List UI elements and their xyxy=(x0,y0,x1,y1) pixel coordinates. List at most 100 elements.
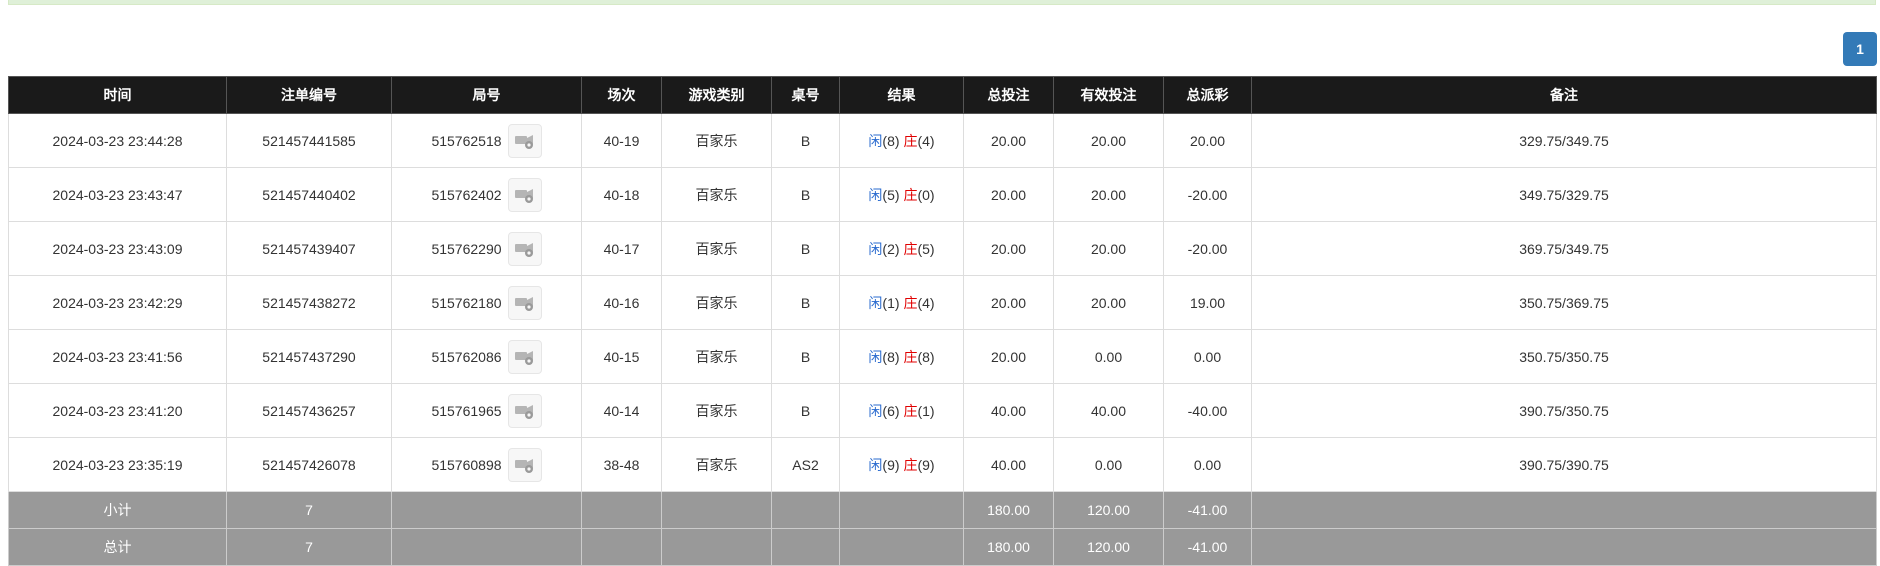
cell-bet-id: 521457436257 xyxy=(226,383,392,438)
cell-note: 350.75/350.75 xyxy=(1251,329,1877,384)
bet-history-table: 时间 注单编号 局号 场次 游戏类别 桌号 结果 总投注 有效投注 总派彩 备注… xyxy=(8,76,1877,566)
cell-payout: -20.00 xyxy=(1163,221,1252,276)
round-number: 515762290 xyxy=(431,240,502,257)
column-header-round: 局号 xyxy=(391,76,582,114)
cell-bet-id: 521457441585 xyxy=(226,113,392,168)
total-payout: -41.00 xyxy=(1163,528,1252,566)
video-camera-gear-icon[interactable] xyxy=(507,231,542,266)
cell-time: 2024-03-23 23:42:29 xyxy=(8,275,227,330)
subtotal-row: 小计 7 180.00 120.00 -41.00 xyxy=(8,491,1877,529)
banker-score: (4) xyxy=(917,294,935,311)
column-header-payout: 总派彩 xyxy=(1163,76,1252,114)
cell-note: 369.75/349.75 xyxy=(1251,221,1877,276)
page-button-current[interactable]: 1 xyxy=(1843,32,1877,66)
cell-result: 闲(5) 庄(0) xyxy=(839,167,964,222)
cell-payout: 0.00 xyxy=(1163,329,1252,384)
table-row: 2024-03-23 23:42:29 521457438272 515762180… xyxy=(8,275,1877,330)
cell-note: 390.75/350.75 xyxy=(1251,383,1877,438)
cell-valid-bet: 20.00 xyxy=(1053,221,1164,276)
round-number: 515762402 xyxy=(431,186,502,203)
cell-table: B xyxy=(771,329,840,384)
cell-bet-id: 521457438272 xyxy=(226,275,392,330)
subtotal-count: 7 xyxy=(226,491,392,529)
cell-game: 百家乐 xyxy=(661,113,772,168)
cell-payout: 20.00 xyxy=(1163,113,1252,168)
subtotal-valid-bet: 120.00 xyxy=(1053,491,1164,529)
cell-valid-bet: 0.00 xyxy=(1053,437,1164,492)
table-row: 2024-03-23 23:43:09 521457439407 515762290… xyxy=(8,221,1877,276)
banker-label: 庄 xyxy=(903,132,918,149)
player-score: (9) xyxy=(882,456,900,473)
video-camera-gear-icon[interactable] xyxy=(507,447,542,482)
cell-payout: -40.00 xyxy=(1163,383,1252,438)
cell-bet-id: 521457439407 xyxy=(226,221,392,276)
video-camera-gear-icon[interactable] xyxy=(507,339,542,374)
cell-bet-id: 521457440402 xyxy=(226,167,392,222)
player-score: (8) xyxy=(882,132,900,149)
player-score: (5) xyxy=(882,186,900,203)
cell-time: 2024-03-23 23:41:20 xyxy=(8,383,227,438)
cell-total-bet: 40.00 xyxy=(963,437,1054,492)
subtotal-payout: -41.00 xyxy=(1163,491,1252,529)
banker-label: 庄 xyxy=(903,240,918,257)
round-number: 515762180 xyxy=(431,294,502,311)
banker-label: 庄 xyxy=(903,402,918,419)
cell-session: 40-18 xyxy=(581,167,662,222)
cell-total-bet: 20.00 xyxy=(963,167,1054,222)
table-row: 2024-03-23 23:43:47 521457440402 515762402… xyxy=(8,167,1877,222)
table-row: 2024-03-23 23:35:19 521457426078 515760898… xyxy=(8,437,1877,492)
player-label: 闲 xyxy=(868,456,883,473)
cell-table: B xyxy=(771,113,840,168)
table-header-row: 时间 注单编号 局号 场次 游戏类别 桌号 结果 总投注 有效投注 总派彩 备注 xyxy=(8,76,1877,114)
cell-session: 40-19 xyxy=(581,113,662,168)
banker-label: 庄 xyxy=(903,186,918,203)
cell-game: 百家乐 xyxy=(661,275,772,330)
cell-total-bet: 40.00 xyxy=(963,383,1054,438)
cell-valid-bet: 20.00 xyxy=(1053,167,1164,222)
banker-score: (0) xyxy=(917,186,935,203)
video-camera-gear-icon[interactable] xyxy=(507,123,542,158)
total-label: 总计 xyxy=(8,528,227,566)
cell-table: B xyxy=(771,221,840,276)
column-header-result: 结果 xyxy=(839,76,964,114)
banker-score: (5) xyxy=(917,240,935,257)
table-row: 2024-03-23 23:41:20 521457436257 515761965… xyxy=(8,383,1877,438)
cell-round: 515762402 xyxy=(391,167,582,222)
cell-bet-id: 521457426078 xyxy=(226,437,392,492)
column-header-bet-id: 注单编号 xyxy=(226,76,392,114)
video-camera-gear-icon[interactable] xyxy=(507,177,542,212)
cell-note: 390.75/390.75 xyxy=(1251,437,1877,492)
cell-result: 闲(8) 庄(4) xyxy=(839,113,964,168)
pagination: 1 xyxy=(1843,32,1877,66)
cell-total-bet: 20.00 xyxy=(963,113,1054,168)
player-score: (8) xyxy=(882,348,900,365)
player-score: (2) xyxy=(882,240,900,257)
player-label: 闲 xyxy=(868,132,883,149)
cell-result: 闲(8) 庄(8) xyxy=(839,329,964,384)
cell-note: 350.75/369.75 xyxy=(1251,275,1877,330)
banker-label: 庄 xyxy=(903,294,918,311)
total-total-bet: 180.00 xyxy=(963,528,1054,566)
total-valid-bet: 120.00 xyxy=(1053,528,1164,566)
cell-table: B xyxy=(771,383,840,438)
banker-score: (8) xyxy=(917,348,935,365)
cell-result: 闲(1) 庄(4) xyxy=(839,275,964,330)
cell-session: 40-17 xyxy=(581,221,662,276)
column-header-session: 场次 xyxy=(581,76,662,114)
cell-note: 349.75/329.75 xyxy=(1251,167,1877,222)
cell-payout: 0.00 xyxy=(1163,437,1252,492)
cell-table: B xyxy=(771,275,840,330)
player-label: 闲 xyxy=(868,186,883,203)
video-camera-gear-icon[interactable] xyxy=(507,393,542,428)
column-header-valid-bet: 有效投注 xyxy=(1053,76,1164,114)
cell-time: 2024-03-23 23:41:56 xyxy=(8,329,227,384)
cell-game: 百家乐 xyxy=(661,329,772,384)
cell-valid-bet: 40.00 xyxy=(1053,383,1164,438)
cell-valid-bet: 20.00 xyxy=(1053,275,1164,330)
cell-total-bet: 20.00 xyxy=(963,329,1054,384)
cell-session: 38-48 xyxy=(581,437,662,492)
cell-session: 40-15 xyxy=(581,329,662,384)
banker-label: 庄 xyxy=(903,456,918,473)
cell-time: 2024-03-23 23:43:09 xyxy=(8,221,227,276)
video-camera-gear-icon[interactable] xyxy=(507,285,542,320)
